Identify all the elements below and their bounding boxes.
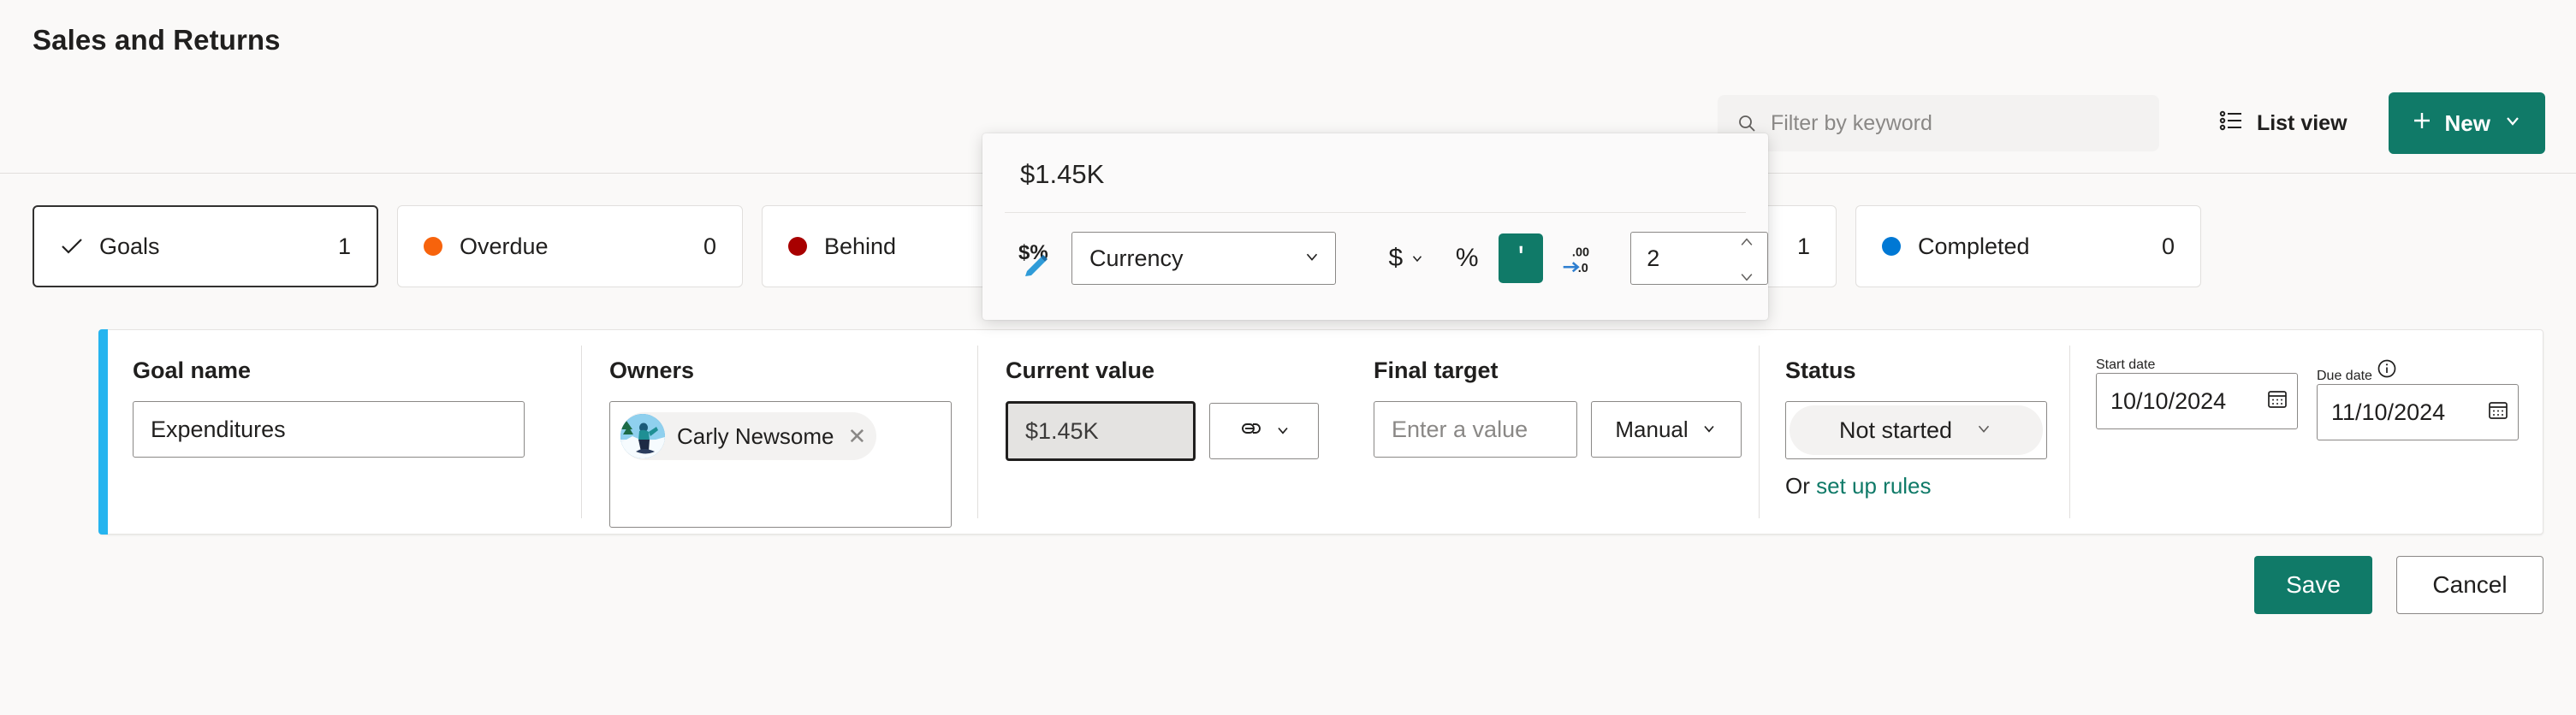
chip-overdue[interactable]: Overdue 0 [397,205,743,287]
chevron-down-icon [1303,245,1321,272]
new-button[interactable]: New [2388,92,2545,154]
target-mode-dropdown[interactable]: Manual [1591,401,1742,458]
owners-field: Owners Carly Newsome ✕ [582,330,977,534]
chevron-down-icon [1701,417,1718,443]
owner-name: Carly Newsome [677,422,834,449]
dates-field: Start date 10/10/2024 Due date 11/10/202… [2070,330,2532,534]
number-format-popup: $1.45K $% Currency $ % ' .00 .0 2 [982,133,1768,320]
chip-count: 1 [1796,233,1810,259]
search-icon [1736,113,1757,133]
chevron-down-icon [1410,244,1425,273]
save-button[interactable]: Save [2254,556,2372,614]
format-number-icon: $% [1018,237,1056,281]
format-tool-group: $ % ' .00 .0 [1382,233,1609,283]
thousands-separator-button[interactable]: ' [1499,233,1544,283]
chip-count: 0 [2161,233,2175,259]
link-icon [1237,418,1262,445]
cancel-button[interactable]: Cancel [2396,556,2543,614]
owners-label: Owners [609,358,695,383]
goal-name-label: Goal name [133,358,252,383]
status-dropdown[interactable]: Not started [1785,401,2047,459]
chip-count: 0 [703,233,716,259]
status-dot-icon [1882,237,1901,256]
start-date-input[interactable]: 10/10/2024 [2096,373,2298,429]
currency-symbol-button[interactable]: $ [1382,233,1433,283]
svg-text:.00: .00 [1572,245,1589,259]
start-date-label: Start date [2096,358,2156,372]
start-date-value: 10/10/2024 [2110,387,2227,414]
goal-name-field: Goal name Expenditures [100,330,581,534]
calendar-icon[interactable] [2266,387,2288,416]
connect-data-button[interactable] [1209,403,1319,459]
avatar [620,414,665,458]
chip-count: 1 [337,233,351,259]
due-date-value: 11/10/2024 [2331,399,2446,425]
set-up-rules-link[interactable]: set up rules [1816,473,1931,499]
final-target-label: Final target [1374,358,1499,383]
rules-prefix: Or [1785,473,1817,499]
format-controls-row: $% Currency $ % ' .00 .0 2 [982,213,1768,285]
plus-icon [2411,109,2433,138]
page-title: Sales and Returns [33,24,281,56]
check-icon [60,236,84,257]
status-badge: Not started [1790,405,2043,455]
format-type-select[interactable]: Currency [1071,232,1336,285]
chip-completed[interactable]: Completed 0 [1855,205,2201,287]
info-icon[interactable] [2376,359,2398,383]
chip-label: Goals [99,233,160,259]
chip-label: Completed [1918,233,2030,259]
current-value-field: Current value $1.45K [978,330,1374,534]
due-date-label-row: Due date [2317,358,2519,384]
form-actions: Save Cancel [2254,556,2543,614]
svg-text:.0: .0 [1578,262,1588,275]
chevron-down-icon [2502,110,2523,137]
final-target-input[interactable]: Enter a value [1374,401,1577,458]
search-input[interactable] [1770,110,2140,136]
list-view-icon [2219,109,2243,138]
current-value-input[interactable]: $1.45K [1006,401,1196,461]
percent-button[interactable]: % [1447,233,1487,283]
owners-input-box[interactable]: Carly Newsome ✕ [609,401,952,528]
header-toolbar: List view New [1717,92,2545,154]
decimal-places-value: 2 [1647,245,1660,271]
percent-glyph: % [1455,244,1479,272]
status-field: Status Not started Or set up rules [1760,330,2069,534]
chevron-down-icon[interactable] [1738,263,1755,289]
page-root: Sales and Returns List view [0,0,2576,715]
due-date-label: Due date [2317,369,2372,383]
decimal-places-stepper[interactable]: 2 [1630,232,1768,285]
currency-symbol-glyph: $ [1388,244,1404,272]
chevron-up-icon[interactable] [1738,228,1755,254]
setup-rules-row: Or set up rules [1785,473,2069,499]
list-view-button[interactable]: List view [2204,95,2363,151]
stepper-arrows[interactable] [1738,233,1755,284]
final-target-field: Final target Enter a value Manual [1374,330,1759,534]
decrease-decimals-button[interactable]: .00 .0 [1555,233,1608,283]
goal-edit-card: Goal name Expenditures Owners Carly News… [98,329,2543,535]
format-type-value: Currency [1089,245,1184,271]
chevron-down-icon [1974,417,1993,444]
list-view-label: List view [2256,110,2347,135]
status-dot-icon [424,237,442,256]
new-button-label: New [2444,109,2490,136]
owner-pill[interactable]: Carly Newsome ✕ [620,412,877,460]
comma-glyph: ' [1517,240,1524,276]
chip-label: Overdue [460,233,549,259]
due-date-input[interactable]: 11/10/2024 [2317,384,2519,440]
status-value: Not started [1838,417,1953,443]
calendar-icon[interactable] [2487,399,2509,427]
current-value-label: Current value [1006,358,1155,383]
format-preview-value: $1.45K [1020,159,1105,189]
chevron-down-icon [1274,418,1291,445]
status-dot-icon [788,237,807,256]
search-box[interactable] [1717,95,2159,151]
chip-goals[interactable]: Goals 1 [33,205,378,287]
target-mode-label: Manual [1615,416,1689,442]
status-label: Status [1785,358,1856,383]
close-icon[interactable]: ✕ [848,423,867,450]
goal-name-input[interactable]: Expenditures [133,401,525,458]
